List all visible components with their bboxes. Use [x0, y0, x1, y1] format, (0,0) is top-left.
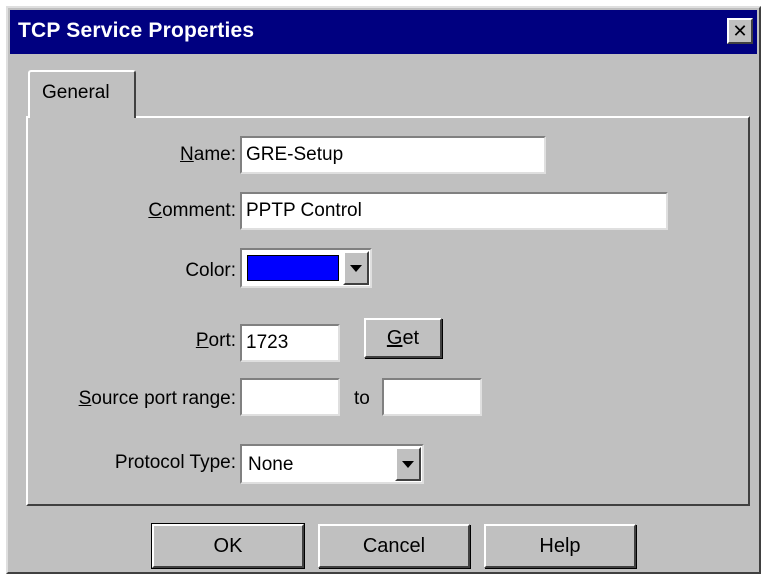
chevron-down-icon: [350, 264, 362, 272]
color-label: Color:: [185, 260, 236, 281]
comment-field[interactable]: [240, 192, 668, 230]
source-port-to-field[interactable]: [382, 378, 482, 416]
window-title: TCP Service Properties: [18, 19, 255, 42]
protocol-type-dropdown[interactable]: None: [240, 444, 424, 484]
port-field[interactable]: [240, 324, 340, 362]
help-button-label: Help: [539, 534, 581, 557]
name-label: Name:: [180, 144, 236, 165]
tab-general-label: General: [42, 82, 110, 103]
color-swatch: [247, 255, 339, 281]
chevron-down-icon: [402, 460, 414, 468]
tab-general[interactable]: General: [28, 70, 136, 118]
color-dropdown[interactable]: [240, 248, 372, 288]
close-icon: ✕: [732, 21, 748, 41]
protocol-type-dropdown-arrow[interactable]: [395, 447, 421, 481]
tcp-service-properties-dialog: TCP Service Properties ✕ General Name: C…: [6, 6, 761, 574]
close-button[interactable]: ✕: [727, 18, 753, 44]
comment-label: Comment:: [148, 200, 236, 221]
source-port-range-label: Source port range:: [78, 388, 236, 409]
cancel-button-label: Cancel: [362, 534, 426, 557]
name-field[interactable]: [240, 136, 546, 174]
general-panel: Name: Comment: Color: Port: Get Source p…: [26, 116, 750, 506]
help-button[interactable]: Help: [484, 524, 636, 568]
source-port-from-field[interactable]: [240, 378, 340, 416]
title-bar[interactable]: TCP Service Properties ✕: [10, 10, 757, 54]
cancel-button[interactable]: Cancel: [318, 524, 470, 568]
source-port-to-label: to: [354, 388, 370, 409]
color-dropdown-arrow[interactable]: [343, 251, 369, 285]
ok-button[interactable]: OK: [151, 523, 305, 569]
ok-button-label: OK: [213, 534, 243, 557]
port-label: Port:: [195, 330, 236, 351]
get-button[interactable]: Get: [364, 318, 442, 358]
protocol-type-value: None: [248, 454, 294, 475]
protocol-type-label: Protocol Type:: [114, 452, 236, 473]
